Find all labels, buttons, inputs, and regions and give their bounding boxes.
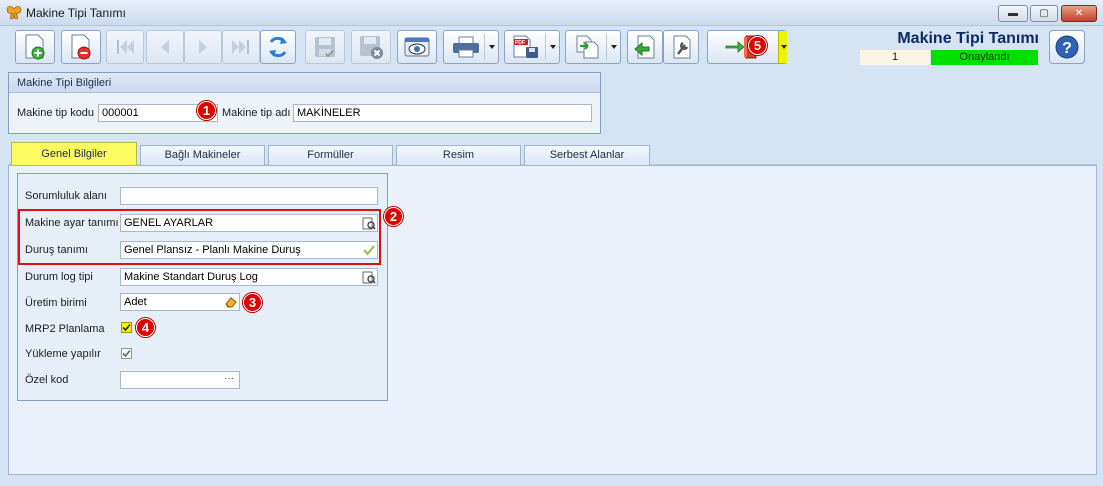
last-icon — [232, 40, 249, 54]
copy-icon — [576, 35, 599, 59]
new-icon — [25, 34, 45, 60]
production-unit-label: Üretim birimi — [25, 297, 87, 309]
check-icon[interactable] — [362, 243, 376, 257]
lookup-icon[interactable] — [362, 216, 376, 230]
machine-setting-input[interactable]: GENEL AYARLAR — [120, 214, 378, 232]
chevron-down-icon — [489, 45, 495, 49]
record-number: 1 — [860, 50, 930, 65]
save-close-button[interactable] — [351, 30, 391, 64]
tab-image[interactable]: Resim — [396, 145, 521, 165]
lookup-icon[interactable] — [362, 270, 376, 284]
group-title: Makine Tipi Bilgileri — [9, 73, 600, 93]
next-icon — [199, 40, 207, 54]
help-icon: ? — [1055, 35, 1079, 59]
chevron-down-icon — [611, 45, 617, 49]
tab-general-info[interactable]: Genel Bilgiler — [11, 142, 137, 166]
machine-type-code-label: Makine tip kodu — [17, 107, 95, 119]
first-icon — [117, 40, 134, 54]
downtime-label: Duruş tanımı — [25, 244, 88, 256]
delete-button[interactable] — [61, 30, 101, 64]
chevron-down-icon — [781, 45, 787, 49]
exit-dropdown[interactable] — [778, 31, 787, 63]
page-title: Makine Tipi Tanımı — [897, 30, 1039, 47]
save-icon — [315, 37, 335, 58]
close-button[interactable]: ✕ — [1061, 5, 1097, 22]
chevron-down-icon — [550, 45, 556, 49]
status-badge: Onaylandı — [931, 50, 1038, 65]
machine-setting-label: Makine ayar tanımı — [25, 217, 119, 229]
general-info-form — [17, 173, 388, 401]
ellipsis-button[interactable]: ··· — [224, 373, 234, 384]
tab-formulas[interactable]: Formüller — [268, 145, 393, 165]
annotation-marker: 5 — [748, 36, 767, 55]
checkmark-icon — [122, 349, 131, 358]
responsibility-input[interactable] — [120, 187, 378, 205]
first-record-button[interactable] — [106, 30, 144, 64]
special-code-input[interactable] — [120, 371, 240, 389]
help-button[interactable]: ? — [1049, 30, 1085, 64]
save-button[interactable] — [305, 30, 345, 64]
last-record-button[interactable] — [222, 30, 260, 64]
previous-icon — [161, 40, 169, 54]
delete-icon — [71, 34, 91, 60]
import-icon — [634, 35, 655, 59]
annotation-marker: 4 — [136, 318, 155, 337]
print-button[interactable] — [443, 30, 499, 64]
special-code-label: Özel kod — [25, 374, 69, 386]
preview-button[interactable] — [397, 30, 437, 64]
next-record-button[interactable] — [184, 30, 222, 64]
machine-type-info-group: Makine Tipi Bilgileri Makine tip kodu 00… — [8, 72, 601, 134]
settings-tool-icon — [673, 35, 691, 59]
import-button[interactable] — [627, 30, 663, 64]
machine-type-name-input[interactable]: MAKİNELER — [293, 104, 592, 122]
mrp2-label: MRP2 Planlama — [25, 323, 105, 335]
window-title: Makine Tipi Tanımı — [26, 6, 126, 20]
maximize-button[interactable]: ▢ — [1030, 5, 1058, 22]
svg-text:?: ? — [1062, 40, 1072, 57]
refresh-button[interactable] — [260, 30, 296, 64]
tool-button[interactable] — [663, 30, 699, 64]
annotation-marker: 3 — [243, 293, 262, 312]
eraser-icon[interactable] — [224, 295, 238, 309]
previous-record-button[interactable] — [146, 30, 184, 64]
preview-icon — [404, 37, 430, 57]
svg-text:PDF: PDF — [515, 40, 525, 46]
status-log-input[interactable]: Makine Standart Duruş Log — [120, 268, 378, 286]
print-icon — [453, 36, 479, 58]
exit-button[interactable]: 5 — [707, 30, 787, 64]
mrp2-checkbox[interactable] — [121, 322, 132, 333]
title-bar: Makine Tipi Tanımı ▬ ▢ ✕ — [0, 0, 1103, 26]
minimize-button[interactable]: ▬ — [998, 5, 1028, 22]
copy-button[interactable] — [565, 30, 621, 64]
loading-checkbox[interactable] — [121, 348, 132, 359]
checkmark-icon — [122, 323, 131, 332]
status-log-label: Durum log tipi — [25, 271, 93, 283]
pdf-export-button[interactable]: PDF — [504, 30, 560, 64]
pdf-export-icon: PDF — [513, 35, 538, 58]
tab-linked-machines[interactable]: Bağlı Makineler — [140, 145, 265, 165]
annotation-marker: 1 — [197, 101, 216, 120]
refresh-icon — [269, 36, 287, 58]
save-close-icon — [360, 36, 383, 59]
responsibility-label: Sorumluluk alanı — [25, 190, 107, 202]
downtime-input[interactable]: Genel Plansız - Planlı Makine Duruş — [120, 241, 378, 259]
production-unit-input[interactable]: Adet — [120, 293, 240, 311]
machine-type-name-label: Makine tip adı — [222, 107, 291, 119]
tab-free-fields[interactable]: Serbest Alanlar — [524, 145, 650, 165]
annotation-marker: 2 — [384, 207, 403, 226]
loading-label: Yükleme yapılır — [25, 348, 101, 360]
new-button[interactable] — [15, 30, 55, 64]
butterfly-icon — [6, 6, 22, 20]
